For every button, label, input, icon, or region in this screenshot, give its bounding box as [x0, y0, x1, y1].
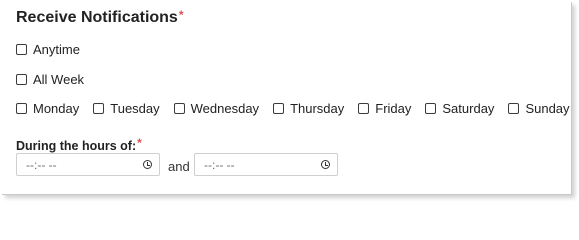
clock-icon[interactable]: [143, 160, 152, 169]
saturday-checkbox[interactable]: [425, 103, 437, 114]
monday-checkbox-option[interactable]: Monday: [16, 101, 79, 116]
wednesday-label: Wednesday: [190, 101, 260, 116]
end-time-input[interactable]: --:-- --: [194, 153, 338, 176]
all-week-checkbox[interactable]: [16, 74, 27, 85]
anytime-checkbox-option[interactable]: Anytime: [16, 42, 80, 57]
tuesday-label: Tuesday: [110, 101, 160, 116]
hours-required-asterisk: *: [137, 136, 142, 150]
thursday-checkbox[interactable]: [273, 103, 285, 114]
start-time-input[interactable]: --:-- --: [16, 153, 160, 176]
wednesday-checkbox-option[interactable]: Wednesday: [173, 101, 260, 116]
all-week-checkbox-option[interactable]: All Week: [16, 72, 84, 87]
anytime-label: Anytime: [33, 42, 80, 57]
saturday-label: Saturday: [442, 101, 495, 116]
end-time-placeholder: --:-- --: [204, 157, 235, 172]
thursday-checkbox-option[interactable]: Thursday: [273, 101, 344, 116]
section-title: Receive Notifications*: [16, 8, 184, 27]
all-week-row: All Week: [16, 72, 98, 87]
wednesday-checkbox[interactable]: [173, 103, 185, 114]
saturday-checkbox-option[interactable]: Saturday: [425, 101, 494, 116]
friday-checkbox-option[interactable]: Friday: [358, 101, 411, 116]
hours-label: During the hours of:*: [16, 136, 142, 153]
sunday-label: Sunday: [525, 101, 570, 116]
days-row: Monday Tuesday Wednesday Thursday Friday…: [16, 101, 579, 116]
anytime-row: Anytime: [16, 42, 94, 57]
monday-checkbox[interactable]: [16, 103, 27, 114]
anytime-checkbox[interactable]: [16, 44, 27, 55]
hours-label-text: During the hours of:: [16, 139, 137, 153]
required-asterisk: *: [178, 8, 184, 22]
tuesday-checkbox[interactable]: [93, 103, 105, 114]
clock-icon[interactable]: [321, 160, 330, 169]
all-week-label: All Week: [33, 72, 85, 87]
start-time-placeholder: --:-- --: [26, 157, 57, 172]
and-separator: and: [168, 159, 190, 174]
tuesday-checkbox-option[interactable]: Tuesday: [93, 101, 160, 116]
thursday-label: Thursday: [290, 101, 345, 116]
friday-checkbox[interactable]: [358, 103, 370, 114]
friday-label: Friday: [375, 101, 412, 116]
monday-label: Monday: [33, 101, 80, 116]
sunday-checkbox[interactable]: [508, 103, 520, 114]
section-title-text: Receive Notifications: [16, 9, 178, 26]
sunday-checkbox-option[interactable]: Sunday: [508, 101, 570, 116]
notifications-panel: Receive Notifications* Anytime All Week …: [2, 2, 572, 195]
